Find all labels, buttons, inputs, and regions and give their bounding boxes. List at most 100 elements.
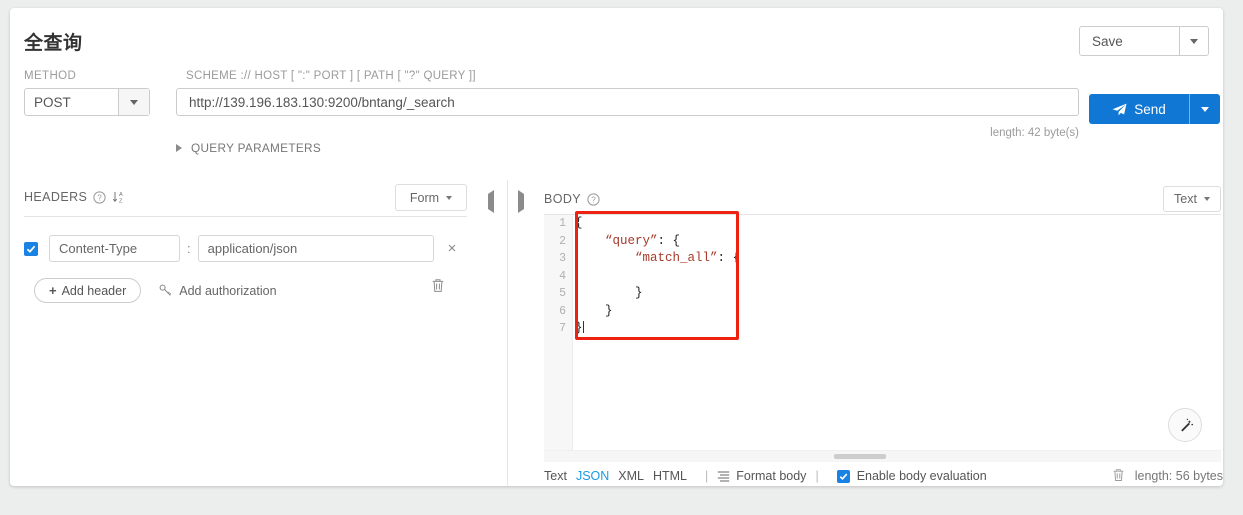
send-button-label: Send <box>1134 101 1166 117</box>
body-footer-right: length: 56 bytes <box>1112 466 1223 486</box>
header-separator: : <box>187 241 191 256</box>
page-title: 全查询 <box>24 33 83 54</box>
body-mode-select[interactable]: Text <box>1163 186 1221 212</box>
scrollbar-thumb[interactable] <box>834 454 886 459</box>
add-authorization-button[interactable]: Add authorization <box>159 283 277 298</box>
request-card: 全查询 METHOD SCHEME :// HOST [ ":" PORT ] … <box>10 8 1223 486</box>
send-dropdown-toggle[interactable] <box>1189 94 1220 124</box>
body-pane: BODY ? Text 1234567 { “query”: { “match_… <box>508 178 1223 486</box>
send-button[interactable]: Send <box>1089 94 1220 124</box>
format-option-json[interactable]: JSON <box>576 469 609 483</box>
enable-body-evaluation-checkbox[interactable] <box>836 469 850 483</box>
svg-text:Z: Z <box>119 198 123 204</box>
save-dropdown-toggle[interactable] <box>1179 27 1208 55</box>
header-key-input[interactable]: Content-Type <box>49 235 180 262</box>
editor-line-number: 3 <box>559 252 566 265</box>
editor-line-number: 4 <box>559 269 566 283</box>
check-icon <box>839 473 848 480</box>
send-button-main[interactable]: Send <box>1089 102 1189 117</box>
svg-text:?: ? <box>98 193 103 202</box>
headers-pane: HEADERS ? A Z Form Content-Type : applic… <box>10 178 507 486</box>
method-select[interactable]: POST <box>24 88 150 116</box>
editor-line-number: 7 <box>559 322 566 335</box>
headers-actions: + Add header Add authorization <box>34 278 277 303</box>
editor-line-number: 6 <box>559 304 566 318</box>
editor-horizontal-scrollbar[interactable] <box>544 450 1221 462</box>
footer-separator: | <box>705 469 709 483</box>
add-header-button[interactable]: + Add header <box>34 278 142 303</box>
editor-line: } <box>575 320 1221 338</box>
help-icon[interactable]: ? <box>587 192 600 206</box>
add-authorization-label: Add authorization <box>179 283 277 298</box>
header-row: Content-Type : application/json × <box>24 235 456 262</box>
headers-mode-select[interactable]: Form <box>395 184 467 211</box>
clear-headers-button[interactable] <box>431 278 445 296</box>
add-header-label: Add header <box>61 283 127 298</box>
save-button[interactable]: Save <box>1079 26 1209 56</box>
header-enabled-checkbox[interactable] <box>24 241 38 256</box>
editor-gutter: 1 2 3 4 5 6 7 <box>544 215 573 450</box>
svg-text:?: ? <box>591 195 596 204</box>
body-title: BODY <box>544 192 582 206</box>
url-value: http://139.196.183.130:9200/bntang/_sear… <box>189 94 455 110</box>
editor-line-number: 5 <box>559 287 566 300</box>
chevron-down-icon <box>446 195 453 200</box>
chevron-right-icon <box>176 144 182 152</box>
enable-body-evaluation-label: Enable body evaluation <box>856 469 987 483</box>
chevron-down-icon <box>1201 106 1209 112</box>
key-icon <box>159 284 172 296</box>
json-punctuation: } <box>635 286 643 300</box>
url-length-label: length: 42 byte(s) <box>990 127 1079 139</box>
body-editor[interactable]: 1234567 { “query”: { “match_all”: { } }} <box>544 215 1221 450</box>
method-value: POST <box>34 94 71 110</box>
chevron-down-icon <box>1203 197 1210 201</box>
magic-wand-icon <box>1180 418 1193 431</box>
magic-wand-button[interactable] <box>1168 408 1202 442</box>
json-key: “query” <box>605 233 658 248</box>
json-punctuation: : { <box>657 233 681 248</box>
headers-title: HEADERS <box>24 190 88 204</box>
svg-text:A: A <box>119 192 123 198</box>
editor-line: } <box>575 285 1221 303</box>
plus-icon: + <box>49 283 57 298</box>
header-value-input[interactable]: application/json <box>197 235 434 262</box>
json-punctuation: : { <box>717 251 741 265</box>
format-option-text[interactable]: Text <box>544 469 567 483</box>
query-parameters-toggle[interactable]: QUERY PARAMETERS <box>176 141 321 155</box>
help-icon[interactable]: ? <box>93 190 106 204</box>
format-body-button[interactable]: Format body <box>717 469 806 483</box>
editor-line-number: 2 <box>559 234 566 248</box>
clear-body-button[interactable] <box>1112 468 1125 485</box>
editor-line: “match_all”: { <box>575 250 1221 268</box>
editor-code[interactable]: { “query”: { “match_all”: { } }} <box>573 215 1221 450</box>
text-cursor <box>582 321 584 333</box>
editor-line: } <box>575 303 1221 321</box>
body-title-bar: BODY ? <box>544 192 600 206</box>
editor-line-number: 1 <box>559 217 566 230</box>
editor-line: { <box>575 215 1221 233</box>
json-key: “match_all” <box>635 251 718 265</box>
url-input[interactable]: http://139.196.183.130:9200/bntang/_sear… <box>176 88 1079 116</box>
format-option-xml[interactable]: XML <box>618 469 644 483</box>
body-mode-label: Text <box>1174 192 1197 206</box>
footer-separator-2: | <box>815 469 819 483</box>
save-button-label: Save <box>1092 33 1123 49</box>
editor-line: “query”: { <box>575 233 1221 251</box>
body-length-label: length: 56 bytes <box>1134 469 1223 483</box>
format-lines-icon <box>718 471 730 482</box>
trash-icon <box>1113 468 1124 481</box>
query-parameters-label: QUERY PARAMETERS <box>191 141 322 155</box>
json-punctuation: { <box>575 216 583 230</box>
trash-icon <box>432 279 444 292</box>
json-punctuation: } <box>605 303 613 318</box>
sort-alphabetical-icon[interactable]: A Z <box>112 190 126 204</box>
remove-header-button[interactable]: × <box>448 241 457 256</box>
json-punctuation: } <box>575 321 583 335</box>
send-plane-icon <box>1112 103 1127 115</box>
method-dropdown-toggle[interactable] <box>118 89 149 115</box>
enable-body-evaluation-toggle[interactable]: Enable body evaluation <box>836 469 987 483</box>
format-body-label: Format body <box>736 469 807 483</box>
chevron-down-icon <box>130 99 138 105</box>
format-option-html[interactable]: HTML <box>653 469 687 483</box>
